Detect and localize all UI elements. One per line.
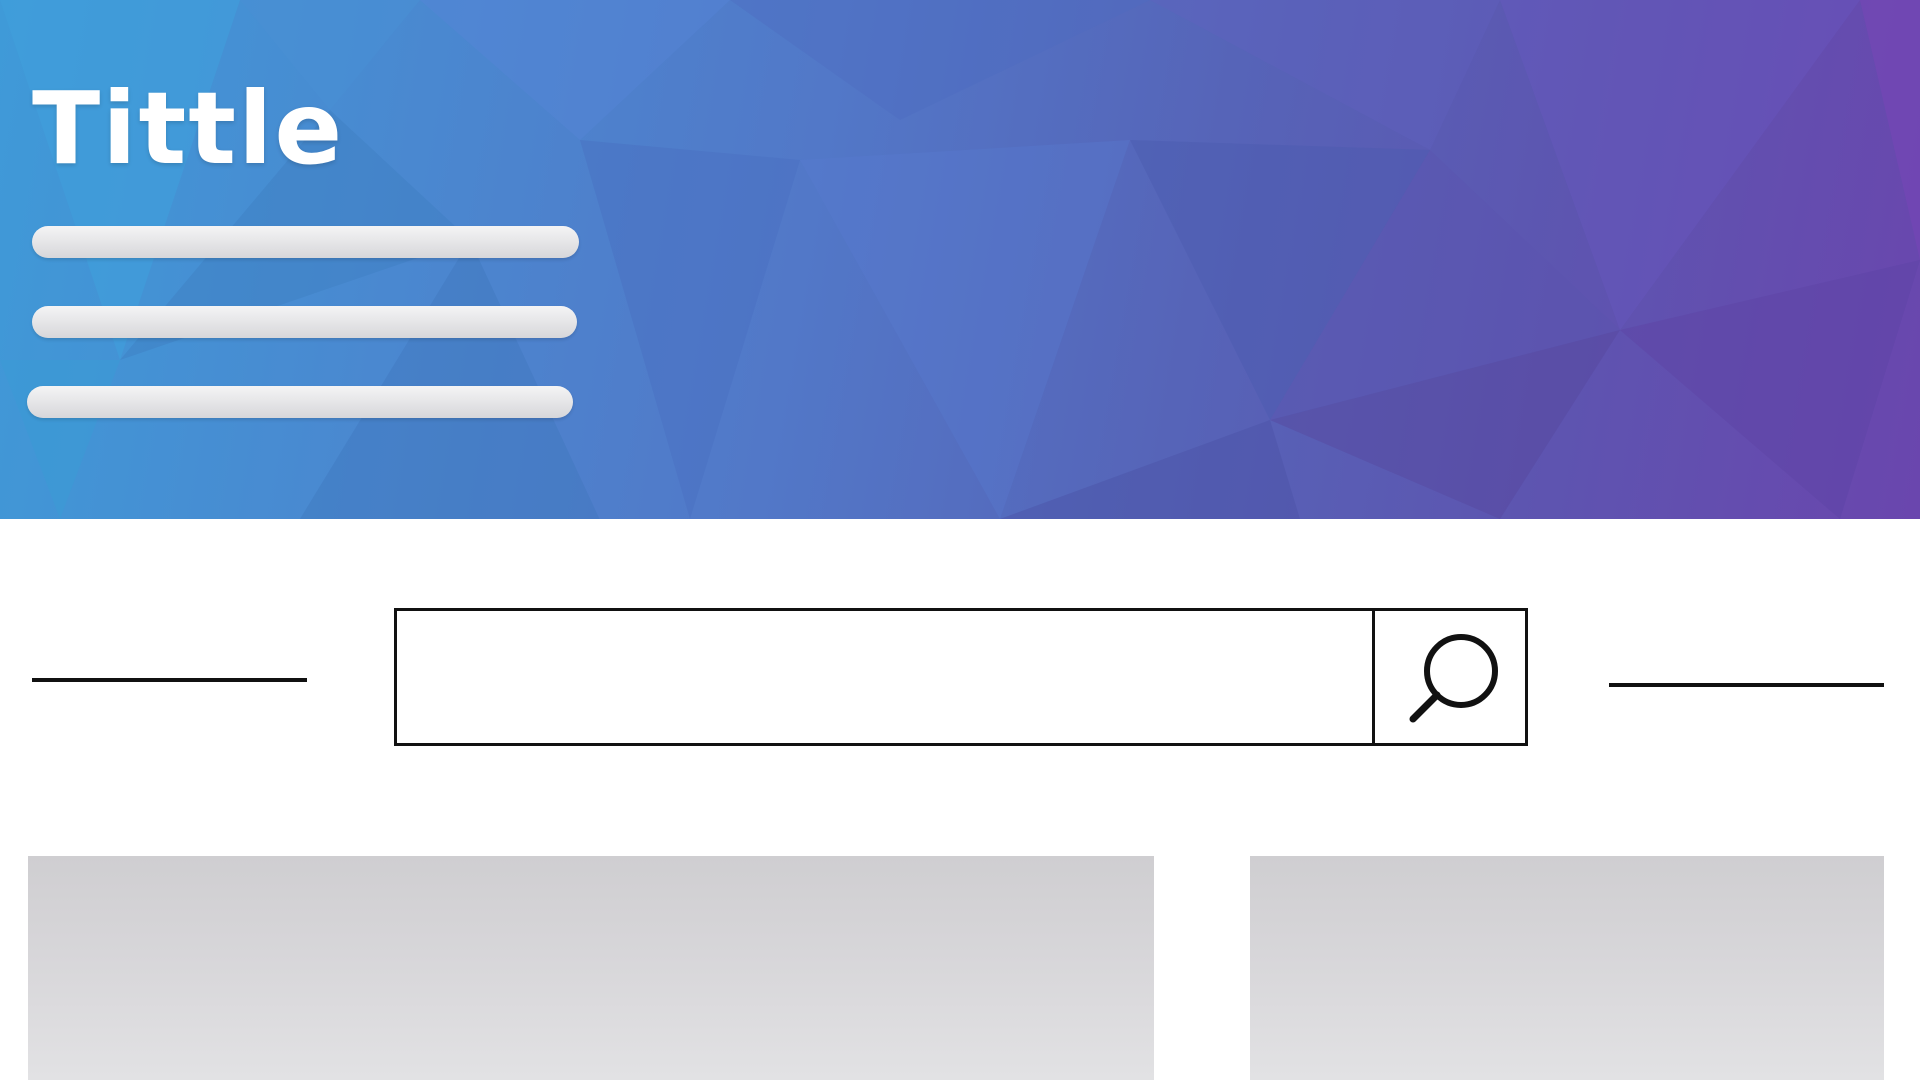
content-card-side (1250, 856, 1884, 1080)
search-icon (1409, 634, 1498, 723)
search-input[interactable] (397, 611, 1372, 743)
hero-text-line-1 (32, 226, 579, 258)
hero-text-line-2 (32, 306, 577, 338)
content-card-main (28, 856, 1154, 1080)
hero-title: Tittle (32, 70, 345, 187)
hero-text-line-3 (27, 386, 573, 418)
right-divider-line (1609, 683, 1884, 687)
search-bar (394, 608, 1528, 746)
left-divider-line (32, 678, 307, 682)
search-button[interactable] (1372, 611, 1525, 743)
hero-banner: Tittle (0, 0, 1920, 519)
